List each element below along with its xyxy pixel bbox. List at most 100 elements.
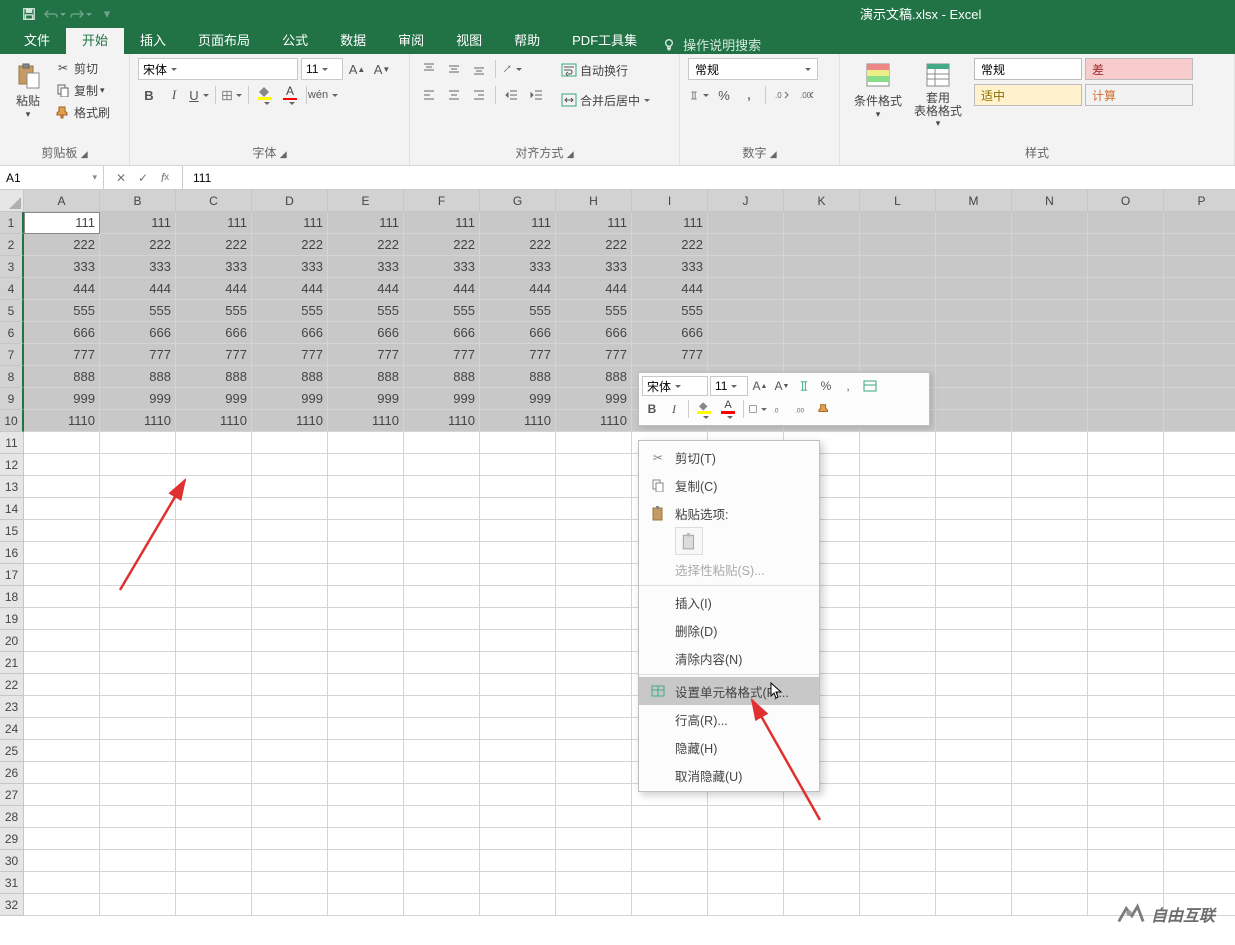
cell-C14[interactable] bbox=[176, 498, 252, 520]
name-box[interactable]: A1▾ bbox=[0, 166, 104, 189]
cell-M12[interactable] bbox=[936, 454, 1012, 476]
align-top-button[interactable] bbox=[418, 58, 440, 80]
cell-F23[interactable] bbox=[404, 696, 480, 718]
cell-C20[interactable] bbox=[176, 630, 252, 652]
ctx-format-cells[interactable]: 设置单元格格式(F)... bbox=[639, 677, 819, 705]
cell-H18[interactable] bbox=[556, 586, 632, 608]
cell-G32[interactable] bbox=[480, 894, 556, 916]
cell-H32[interactable] bbox=[556, 894, 632, 916]
cell-N1[interactable] bbox=[1012, 212, 1088, 234]
cell-F14[interactable] bbox=[404, 498, 480, 520]
cell-I1[interactable]: 111 bbox=[632, 212, 708, 234]
cell-K32[interactable] bbox=[784, 894, 860, 916]
cell-B3[interactable]: 333 bbox=[100, 256, 176, 278]
cell-N18[interactable] bbox=[1012, 586, 1088, 608]
cell-L11[interactable] bbox=[860, 432, 936, 454]
cell-D13[interactable] bbox=[252, 476, 328, 498]
col-header-A[interactable]: A bbox=[24, 190, 100, 212]
cell-H31[interactable] bbox=[556, 872, 632, 894]
row-header-5[interactable]: 5 bbox=[0, 300, 24, 322]
cell-B14[interactable] bbox=[100, 498, 176, 520]
mini-fill-color[interactable] bbox=[693, 398, 715, 420]
cell-E26[interactable] bbox=[328, 762, 404, 784]
cell-H5[interactable]: 555 bbox=[556, 300, 632, 322]
cell-N8[interactable] bbox=[1012, 366, 1088, 388]
cell-A26[interactable] bbox=[24, 762, 100, 784]
cell-M16[interactable] bbox=[936, 542, 1012, 564]
cell-P20[interactable] bbox=[1164, 630, 1235, 652]
cell-L14[interactable] bbox=[860, 498, 936, 520]
row-header-6[interactable]: 6 bbox=[0, 322, 24, 344]
font-color-button[interactable]: A bbox=[279, 84, 301, 106]
cell-L18[interactable] bbox=[860, 586, 936, 608]
cell-B12[interactable] bbox=[100, 454, 176, 476]
cell-K6[interactable] bbox=[784, 322, 860, 344]
cell-B1[interactable]: 111 bbox=[100, 212, 176, 234]
mini-percent[interactable]: % bbox=[816, 376, 836, 396]
cell-C3[interactable]: 333 bbox=[176, 256, 252, 278]
cell-H21[interactable] bbox=[556, 652, 632, 674]
tab-help[interactable]: 帮助 bbox=[498, 25, 556, 54]
cell-E10[interactable]: 1110 bbox=[328, 410, 404, 432]
row-header-23[interactable]: 23 bbox=[0, 696, 24, 718]
cell-L23[interactable] bbox=[860, 696, 936, 718]
cell-F5[interactable]: 555 bbox=[404, 300, 480, 322]
decrease-indent-button[interactable] bbox=[501, 84, 523, 106]
save-button[interactable] bbox=[18, 3, 40, 25]
increase-decimal-button[interactable]: .0 bbox=[771, 84, 793, 106]
cell-A8[interactable]: 888 bbox=[24, 366, 100, 388]
cell-B24[interactable] bbox=[100, 718, 176, 740]
col-header-M[interactable]: M bbox=[936, 190, 1012, 212]
underline-button[interactable]: U bbox=[188, 84, 210, 106]
cell-G22[interactable] bbox=[480, 674, 556, 696]
cell-O11[interactable] bbox=[1088, 432, 1164, 454]
col-header-C[interactable]: C bbox=[176, 190, 252, 212]
cell-D2[interactable]: 222 bbox=[252, 234, 328, 256]
cell-M9[interactable] bbox=[936, 388, 1012, 410]
cell-J30[interactable] bbox=[708, 850, 784, 872]
mini-increase-font[interactable]: A▲ bbox=[750, 376, 770, 396]
cell-C11[interactable] bbox=[176, 432, 252, 454]
cell-B21[interactable] bbox=[100, 652, 176, 674]
font-size-combo[interactable]: 11 bbox=[301, 58, 343, 80]
col-header-P[interactable]: P bbox=[1164, 190, 1235, 212]
cell-F29[interactable] bbox=[404, 828, 480, 850]
cell-M21[interactable] bbox=[936, 652, 1012, 674]
cell-G17[interactable] bbox=[480, 564, 556, 586]
mini-bold[interactable]: B bbox=[642, 399, 662, 419]
cell-O18[interactable] bbox=[1088, 586, 1164, 608]
cell-H16[interactable] bbox=[556, 542, 632, 564]
cell-H19[interactable] bbox=[556, 608, 632, 630]
tab-pdf[interactable]: PDF工具集 bbox=[556, 25, 653, 54]
cell-G10[interactable]: 1110 bbox=[480, 410, 556, 432]
cell-D22[interactable] bbox=[252, 674, 328, 696]
col-header-L[interactable]: L bbox=[860, 190, 936, 212]
cell-F25[interactable] bbox=[404, 740, 480, 762]
cell-O13[interactable] bbox=[1088, 476, 1164, 498]
cell-C28[interactable] bbox=[176, 806, 252, 828]
mini-accounting[interactable] bbox=[794, 376, 814, 396]
cell-D32[interactable] bbox=[252, 894, 328, 916]
cell-P13[interactable] bbox=[1164, 476, 1235, 498]
cell-H11[interactable] bbox=[556, 432, 632, 454]
cell-D14[interactable] bbox=[252, 498, 328, 520]
cell-O27[interactable] bbox=[1088, 784, 1164, 806]
mini-comma[interactable]: , bbox=[838, 376, 858, 396]
cell-P7[interactable] bbox=[1164, 344, 1235, 366]
cell-A28[interactable] bbox=[24, 806, 100, 828]
cell-O15[interactable] bbox=[1088, 520, 1164, 542]
cell-L29[interactable] bbox=[860, 828, 936, 850]
cell-O19[interactable] bbox=[1088, 608, 1164, 630]
cell-B18[interactable] bbox=[100, 586, 176, 608]
undo-button[interactable] bbox=[44, 3, 66, 25]
cell-I29[interactable] bbox=[632, 828, 708, 850]
cell-L15[interactable] bbox=[860, 520, 936, 542]
cell-H20[interactable] bbox=[556, 630, 632, 652]
cell-M6[interactable] bbox=[936, 322, 1012, 344]
cell-M10[interactable] bbox=[936, 410, 1012, 432]
cell-G16[interactable] bbox=[480, 542, 556, 564]
cell-F10[interactable]: 1110 bbox=[404, 410, 480, 432]
cell-E15[interactable] bbox=[328, 520, 404, 542]
cell-E24[interactable] bbox=[328, 718, 404, 740]
cell-P10[interactable] bbox=[1164, 410, 1235, 432]
